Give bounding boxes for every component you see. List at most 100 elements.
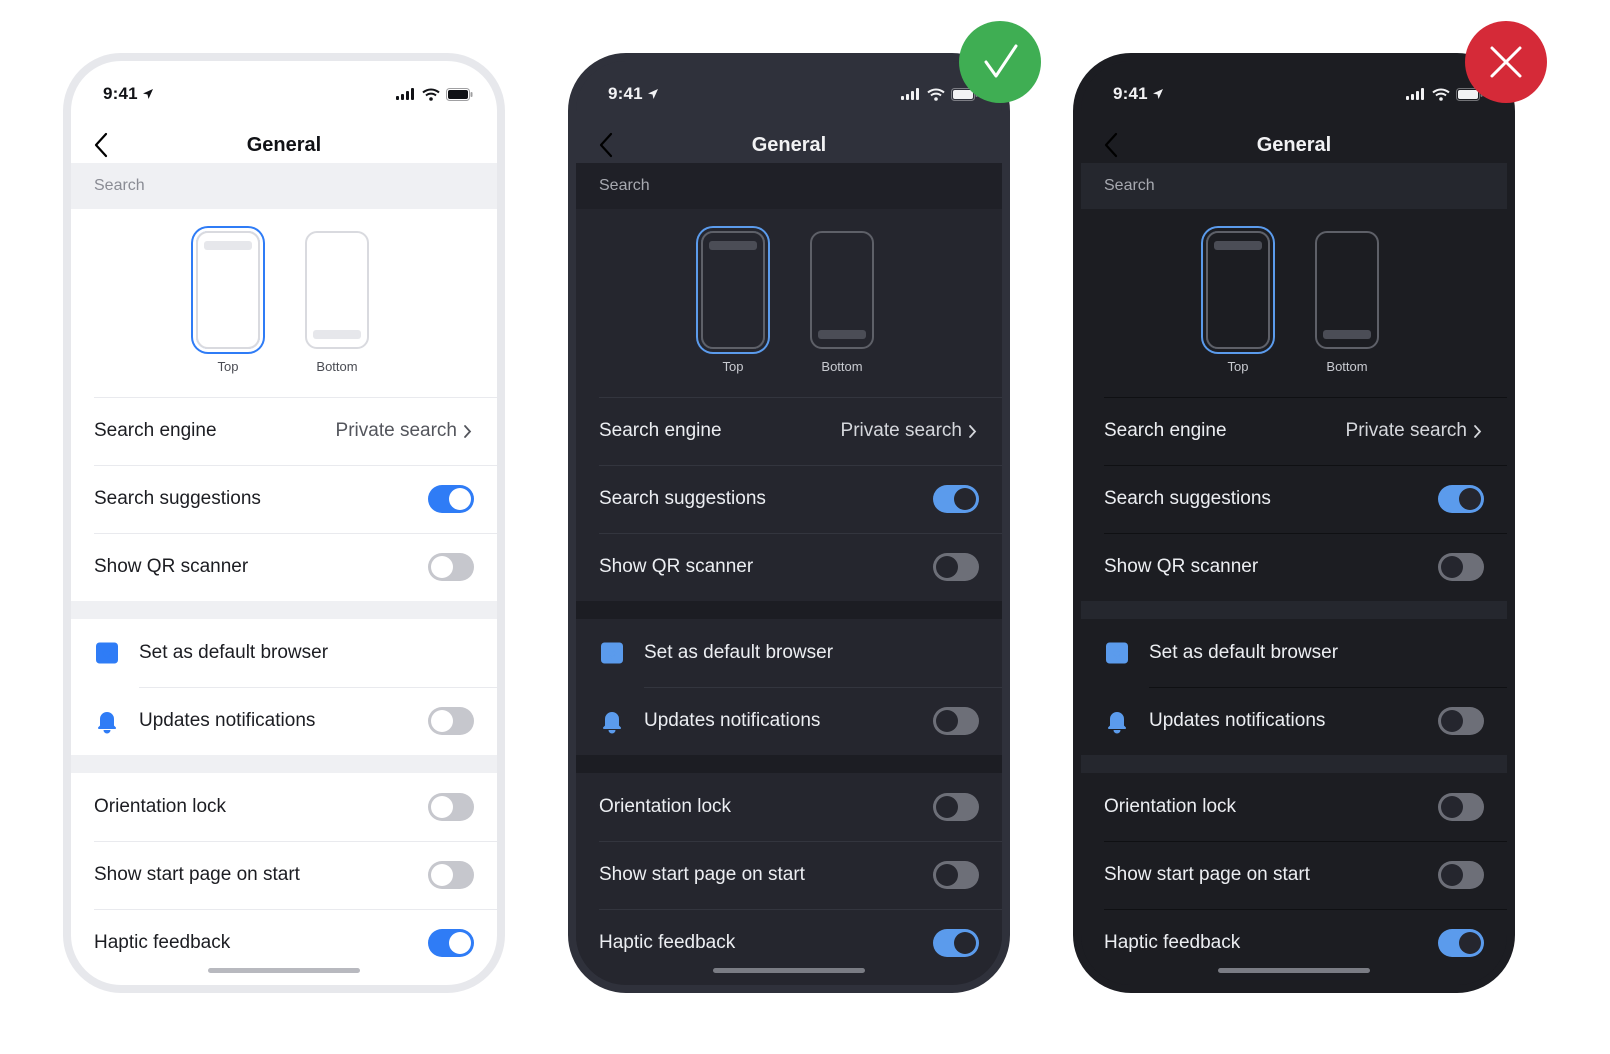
updates-notifications-toggle[interactable]: [428, 707, 474, 735]
show-start-page-toggle[interactable]: [933, 861, 979, 889]
search-engine-row[interactable]: Search engine Private search: [1081, 397, 1507, 465]
divider: [94, 533, 497, 534]
phone-preview-bottom: [1315, 231, 1379, 349]
divider: [599, 533, 1002, 534]
row-label: Show QR scanner: [1104, 556, 1259, 577]
settings-list: Search engine Private search Search sugg…: [1081, 397, 1507, 977]
browser-heart-icon: [599, 640, 625, 666]
search-engine-row[interactable]: Search engine Private search: [71, 397, 497, 465]
phone-preview-top: [196, 231, 260, 349]
row-label: Updates notifications: [1149, 710, 1326, 731]
toggle-knob: [449, 932, 471, 954]
show-qr-scanner-toggle[interactable]: [428, 553, 474, 581]
address-bar-top-option[interactable]: Top: [191, 227, 265, 374]
phone-light-theme: 9:41 General Search Top Bottom Search en…: [63, 53, 505, 993]
set-default-browser-row[interactable]: Set as default browser: [1081, 619, 1507, 687]
show-qr-scanner-row: Show QR scanner: [71, 533, 497, 601]
haptic-feedback-row: Haptic feedback: [1081, 909, 1507, 977]
orientation-lock-toggle[interactable]: [933, 793, 979, 821]
divider: [1104, 397, 1507, 398]
row-label: Set as default browser: [644, 642, 834, 663]
phone-dark-theme-incorrect: 9:41 General Search Top Bottom Search en…: [1073, 53, 1515, 993]
search-suggestions-row: Search suggestions: [71, 465, 497, 533]
toggle-knob: [431, 796, 453, 818]
orientation-lock-row: Orientation lock: [1081, 773, 1507, 841]
orientation-lock-toggle[interactable]: [428, 793, 474, 821]
row-label: Search engine: [599, 420, 722, 441]
toggle-knob: [1441, 710, 1463, 732]
settings-list: Search engine Private search Search sugg…: [576, 397, 1002, 977]
address-bar-position-picker: Top Bottom: [1081, 227, 1507, 387]
haptic-feedback-toggle[interactable]: [1438, 929, 1484, 957]
haptic-feedback-toggle[interactable]: [428, 929, 474, 957]
divider: [94, 909, 497, 910]
preview-bar: [204, 241, 252, 250]
search-suggestions-toggle[interactable]: [1438, 485, 1484, 513]
value-text: Private search: [335, 420, 457, 441]
row-label: Orientation lock: [94, 796, 227, 817]
updates-notifications-toggle[interactable]: [933, 707, 979, 735]
search-engine-row[interactable]: Search engine Private search: [576, 397, 1002, 465]
row-label: Show QR scanner: [94, 556, 249, 577]
section-gap: [576, 601, 1002, 619]
haptic-feedback-row: Haptic feedback: [71, 909, 497, 977]
show-qr-scanner-row: Show QR scanner: [1081, 533, 1507, 601]
show-qr-scanner-toggle[interactable]: [1438, 553, 1484, 581]
row-label: Show QR scanner: [599, 556, 754, 577]
checkmark-icon: [984, 44, 1018, 78]
preview-bar: [1214, 241, 1262, 250]
wifi-icon: [927, 88, 945, 101]
address-bar-bottom-option[interactable]: Bottom: [805, 227, 879, 374]
set-default-browser-row[interactable]: Set as default browser: [71, 619, 497, 687]
toggle-knob: [936, 556, 958, 578]
orientation-lock-row: Orientation lock: [71, 773, 497, 841]
toggle-knob: [1441, 864, 1463, 886]
clock-text: 9:41: [103, 84, 138, 103]
show-start-page-toggle[interactable]: [428, 861, 474, 889]
signal-icon: [901, 88, 919, 100]
address-bar-bottom-option[interactable]: Bottom: [1310, 227, 1384, 374]
back-button[interactable]: [1101, 131, 1125, 159]
search-engine-value: Private search: [336, 420, 472, 442]
section-header-search: Search: [71, 163, 497, 209]
show-start-page-toggle[interactable]: [1438, 861, 1484, 889]
bell-icon: [94, 708, 120, 734]
page-title: General: [1256, 133, 1332, 156]
preview-bar: [313, 330, 361, 339]
back-button[interactable]: [596, 131, 620, 159]
option-label: Bottom: [1326, 359, 1368, 374]
chevron-right-icon: [464, 424, 472, 438]
row-label: Haptic feedback: [599, 932, 736, 953]
orientation-lock-toggle[interactable]: [1438, 793, 1484, 821]
show-start-page-row: Show start page on start: [1081, 841, 1507, 909]
preview-bar: [709, 241, 757, 250]
updates-notifications-toggle[interactable]: [1438, 707, 1484, 735]
divider: [1104, 841, 1507, 842]
search-suggestions-toggle[interactable]: [933, 485, 979, 513]
location-arrow-icon: [142, 89, 153, 99]
location-arrow-icon: [647, 89, 658, 99]
section-header-search: Search: [1081, 163, 1507, 209]
browser-heart-icon: [1104, 640, 1130, 666]
search-suggestions-toggle[interactable]: [428, 485, 474, 513]
address-bar-top-option[interactable]: Top: [1201, 227, 1275, 374]
show-start-page-row: Show start page on start: [71, 841, 497, 909]
wifi-icon: [1432, 88, 1450, 101]
section-gap: [1081, 755, 1507, 773]
browser-heart-icon: [94, 640, 120, 666]
address-bar-top-option[interactable]: Top: [696, 227, 770, 374]
divider: [94, 465, 497, 466]
orientation-lock-row: Orientation lock: [576, 773, 1002, 841]
row-label: Haptic feedback: [1104, 932, 1241, 953]
row-label: Show start page on start: [1104, 864, 1310, 885]
back-button[interactable]: [91, 131, 115, 159]
show-qr-scanner-toggle[interactable]: [933, 553, 979, 581]
divider: [1104, 465, 1507, 466]
address-bar-bottom-option[interactable]: Bottom: [300, 227, 374, 374]
toggle-knob: [1441, 556, 1463, 578]
phone-preview-top: [1206, 231, 1270, 349]
haptic-feedback-toggle[interactable]: [933, 929, 979, 957]
address-bar-position-picker: Top Bottom: [576, 227, 1002, 387]
option-label: Bottom: [316, 359, 358, 374]
set-default-browser-row[interactable]: Set as default browser: [576, 619, 1002, 687]
